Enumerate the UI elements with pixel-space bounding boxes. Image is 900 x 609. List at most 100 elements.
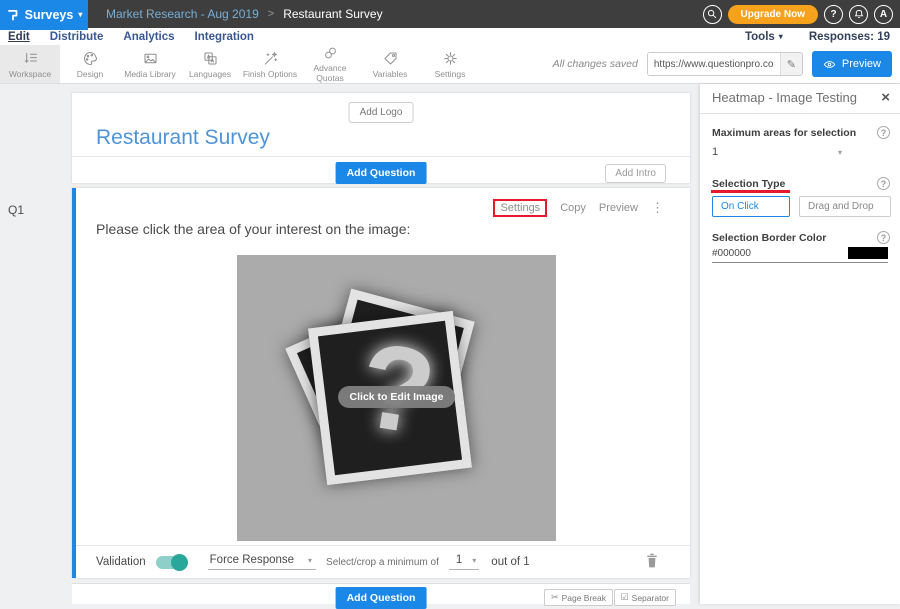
tag-icon <box>382 50 399 67</box>
delete-question-button[interactable] <box>646 553 658 571</box>
breadcrumb-separator: > <box>268 8 274 20</box>
question-settings-button[interactable]: Settings <box>493 199 547 217</box>
translate-icon <box>202 50 219 67</box>
survey-url-box: ✎ <box>647 52 803 76</box>
product-name: Surveys <box>25 8 74 22</box>
chain-links-icon <box>322 45 339 61</box>
validation-row: Validation Force Response ▾ Select/crop … <box>96 546 676 578</box>
breadcrumb-parent[interactable]: Market Research - Aug 2019 <box>106 7 259 21</box>
border-color-field: Selection Border Color ? <box>712 231 890 244</box>
product-menu[interactable]: Surveys ▾ <box>0 0 88 30</box>
divider <box>700 113 900 114</box>
add-intro-button[interactable]: Add Intro <box>605 164 666 183</box>
search-button[interactable] <box>703 5 722 24</box>
question-text[interactable]: Please click the area of your interest o… <box>96 221 410 237</box>
chevron-down-icon: ▾ <box>308 556 312 565</box>
red-annotation-underline <box>711 190 790 193</box>
palette-icon <box>82 50 99 67</box>
nav-integration[interactable]: Integration <box>195 31 254 43</box>
upgrade-button[interactable]: Upgrade Now <box>728 5 818 24</box>
add-question-footer: Add Question ✂ Page Break ☑ Separator <box>72 583 690 604</box>
tab-workspace[interactable]: Workspace <box>0 45 60 83</box>
chevron-down-icon: ▾ <box>779 33 783 41</box>
responses-count[interactable]: Responses: 19 <box>809 31 890 43</box>
question-card: Settings Copy Preview ⋮ Please click the… <box>72 188 690 578</box>
border-color-input[interactable]: #000000 <box>712 247 888 263</box>
max-areas-label: Maximum areas for selection <box>712 127 856 139</box>
toolbar-right: All changes saved ✎ Preview <box>553 45 900 83</box>
breadcrumb-current: Restaurant Survey <box>283 7 382 21</box>
selection-type-buttons: On Click Drag and Drop <box>712 196 891 217</box>
page-break-button[interactable]: ✂ Page Break <box>544 589 613 606</box>
panel-title: Heatmap - Image Testing <box>712 90 857 105</box>
divider <box>72 156 690 157</box>
minimum-suffix: out of 1 <box>491 556 529 568</box>
selection-type-label: Selection Type <box>712 178 785 190</box>
workspace-icon <box>22 50 39 67</box>
edit-url-button[interactable]: ✎ <box>780 53 802 75</box>
checkbox-icon: ☑ <box>621 592 629 603</box>
avatar[interactable]: A <box>874 5 893 24</box>
max-areas-select[interactable]: 1 ▾ <box>712 146 842 158</box>
on-click-button[interactable]: On Click <box>712 196 790 217</box>
chevron-down-icon: ▾ <box>78 11 82 19</box>
add-question-button-top[interactable]: Add Question <box>336 162 427 184</box>
editor-toolbar: Workspace Design Media Library Languages <box>0 45 900 84</box>
tab-advance-quotas[interactable]: Advance Quotas <box>300 45 360 83</box>
question-controls: Settings Copy Preview ⋮ <box>493 199 664 217</box>
question-settings-panel: Heatmap - Image Testing × Maximum areas … <box>700 84 900 604</box>
help-icon[interactable]: ? <box>877 177 890 190</box>
drag-and-drop-button[interactable]: Drag and Drop <box>799 196 891 217</box>
trash-icon <box>646 553 658 568</box>
add-logo-button[interactable]: Add Logo <box>349 102 414 123</box>
click-to-edit-image-button[interactable]: Click to Edit Image <box>338 386 456 408</box>
tab-finish-options[interactable]: Finish Options <box>240 45 300 83</box>
preview-button[interactable]: Preview <box>812 51 892 77</box>
border-color-label: Selection Border Color <box>712 232 826 244</box>
chevron-down-icon: ▾ <box>838 148 842 157</box>
nav-distribute[interactable]: Distribute <box>50 31 104 43</box>
validation-toggle[interactable] <box>156 556 186 569</box>
chevron-down-icon: ▾ <box>472 556 476 565</box>
heatmap-image-placeholder[interactable]: ? Click to Edit Image <box>237 255 556 541</box>
top-navbar: Surveys ▾ Market Research - Aug 2019 > R… <box>0 0 900 28</box>
help-icon[interactable]: ? <box>877 231 890 244</box>
tab-media-library[interactable]: Media Library <box>120 45 180 83</box>
kebab-menu-icon[interactable]: ⋮ <box>651 200 664 216</box>
save-status: All changes saved <box>553 58 638 70</box>
validation-mode-select[interactable]: Force Response ▾ <box>208 554 316 570</box>
border-color-value: #000000 <box>712 248 751 259</box>
add-question-button-bottom[interactable]: Add Question <box>336 587 427 609</box>
question-number: Q1 <box>8 203 24 217</box>
tools-menu[interactable]: Tools ▾ <box>745 31 783 43</box>
validation-label: Validation <box>96 556 146 568</box>
survey-url-input[interactable] <box>648 53 780 75</box>
panel-header: Heatmap - Image Testing × <box>712 90 890 105</box>
bell-icon <box>853 8 865 20</box>
nav-analytics[interactable]: Analytics <box>123 31 174 43</box>
max-areas-field: Maximum areas for selection ? <box>712 126 890 139</box>
tab-settings[interactable]: Settings <box>420 45 480 83</box>
pencil-icon: ✎ <box>787 58 796 71</box>
tab-variables[interactable]: Variables <box>360 45 420 83</box>
selection-type-field: Selection Type ? <box>712 177 890 190</box>
minimum-value-select[interactable]: 1 ▾ <box>449 554 479 570</box>
nav-right: Tools ▾ Responses: 19 <box>745 28 890 45</box>
questionpro-logo-icon <box>6 8 20 22</box>
scissors-icon: ✂ <box>551 592 559 603</box>
tab-languages[interactable]: Languages <box>180 45 240 83</box>
help-button[interactable]: ? <box>824 5 843 24</box>
topbar-actions: Upgrade Now ? A <box>703 0 893 28</box>
nav-edit[interactable]: Edit <box>8 31 30 43</box>
survey-title[interactable]: Restaurant Survey <box>96 126 270 150</box>
color-swatch[interactable] <box>848 247 888 259</box>
help-icon[interactable]: ? <box>877 126 890 139</box>
question-preview-button[interactable]: Preview <box>599 202 638 214</box>
image-icon <box>142 50 159 67</box>
question-copy-button[interactable]: Copy <box>560 202 586 214</box>
separator-button[interactable]: ☑ Separator <box>614 589 676 606</box>
close-icon[interactable]: × <box>881 90 890 105</box>
notifications-button[interactable] <box>849 5 868 24</box>
minimum-select-label: Select/crop a minimum of <box>326 557 439 568</box>
tab-design[interactable]: Design <box>60 45 120 83</box>
